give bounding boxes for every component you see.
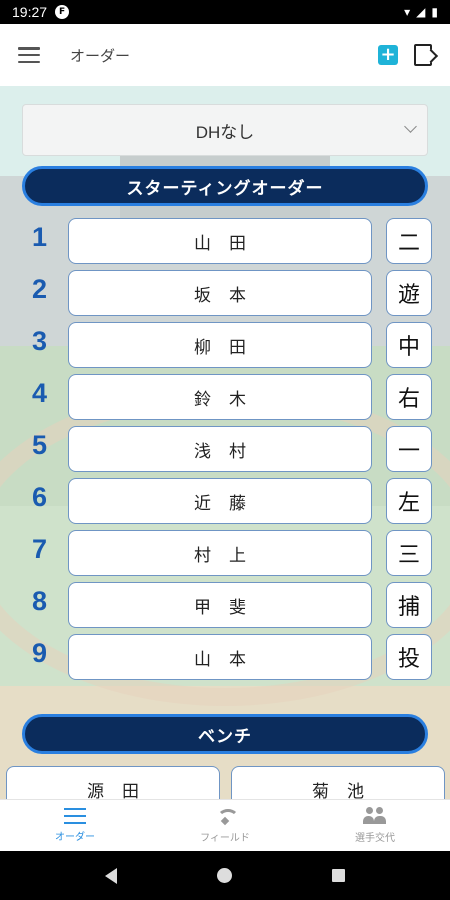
player-name-button[interactable]: 近藤 (68, 478, 372, 524)
player-name-button[interactable]: 鈴木 (68, 374, 372, 420)
player-name-button[interactable]: 村上 (68, 530, 372, 576)
batting-order-number: 9 (32, 638, 48, 668)
nav-order-label: オーダー (55, 832, 95, 843)
status-bar: 19:27 F ▾ ◢ ▮ (0, 0, 450, 24)
chevron-down-icon (404, 120, 417, 133)
bench-header: ベンチ (22, 714, 428, 754)
nav-field-label: フィールド (200, 833, 250, 844)
bench-player-card[interactable]: 菊池 (231, 766, 445, 799)
system-navigation (0, 851, 450, 900)
position-button[interactable]: 遊 (386, 270, 432, 316)
position-button[interactable]: 一 (386, 426, 432, 472)
player-name-button[interactable]: 浅村 (68, 426, 372, 472)
player-name-button[interactable]: 甲斐 (68, 582, 372, 628)
bench-player-name: 源田 (87, 782, 157, 799)
batting-order-number: 2 (32, 274, 48, 304)
lineup-row: 5 浅村一 (0, 426, 450, 474)
player-name-button[interactable]: 山本 (68, 634, 372, 680)
lineup-row: 8 甲斐捕 (0, 582, 450, 630)
nav-substitution[interactable]: 選手交代 (300, 800, 450, 851)
people-icon (363, 807, 387, 825)
lineup-row: 7 村上三 (0, 530, 450, 578)
player-name-button[interactable]: 柳田 (68, 322, 372, 368)
lineup-row: 4 鈴木右 (0, 374, 450, 422)
field-icon (214, 807, 239, 825)
batting-order-number: 8 (32, 586, 48, 616)
nav-order[interactable]: オーダー (0, 800, 150, 851)
batting-order-number: 4 (32, 378, 48, 408)
back-icon[interactable] (105, 867, 117, 884)
position-button[interactable]: 投 (386, 634, 432, 680)
wifi-icon: ▾ (404, 5, 411, 19)
list-icon (64, 808, 86, 824)
position-button[interactable]: 右 (386, 374, 432, 420)
bottom-navigation: オーダー フィールド 選手交代 (0, 799, 450, 851)
export-icon[interactable] (414, 44, 432, 66)
batting-order-number: 3 (32, 326, 48, 356)
menu-icon[interactable] (18, 47, 40, 63)
bench-player-card[interactable]: 源田 (6, 766, 220, 799)
add-icon[interactable]: + (378, 45, 398, 65)
status-time: 19:27 (12, 4, 48, 20)
signal-icon: ◢ (416, 5, 426, 19)
nav-field[interactable]: フィールド (150, 800, 300, 851)
battery-icon: ▮ (431, 5, 438, 19)
starting-order-header: スターティングオーダー (22, 166, 428, 206)
lineup-row: 6 近藤左 (0, 478, 450, 526)
app-notification-icon: F (55, 5, 70, 19)
position-button[interactable]: 中 (386, 322, 432, 368)
order-screen: DHなし スターティングオーダー 1 山田二 2 坂本遊 3 柳田中 4 鈴木右 5 浅村一 6 近藤… (0, 86, 450, 799)
position-button[interactable]: 左 (386, 478, 432, 524)
lineup-row: 1 山田二 (0, 218, 450, 266)
lineup-row: 9 山本投 (0, 634, 450, 682)
batting-order-number: 1 (32, 222, 48, 252)
position-button[interactable]: 捕 (386, 582, 432, 628)
player-name-button[interactable]: 坂本 (68, 270, 372, 316)
nav-substitution-label: 選手交代 (355, 833, 395, 844)
app-bar: オーダー + (0, 24, 450, 86)
position-button[interactable]: 三 (386, 530, 432, 576)
status-icons: ▾ ◢ ▮ (404, 5, 438, 19)
batting-order-number: 6 (32, 482, 48, 512)
dh-select[interactable]: DHなし (22, 104, 428, 156)
dh-select-value: DHなし (195, 122, 255, 142)
position-button[interactable]: 二 (386, 218, 432, 264)
batting-order-number: 7 (32, 534, 48, 564)
page-title: オーダー (70, 47, 131, 65)
lineup-row: 3 柳田中 (0, 322, 450, 370)
lineup-row: 2 坂本遊 (0, 270, 450, 318)
bench-player-name: 菊池 (312, 782, 382, 799)
batting-order-number: 5 (32, 430, 48, 460)
home-icon[interactable] (217, 868, 232, 883)
recents-icon[interactable] (332, 869, 345, 882)
player-name-button[interactable]: 山田 (68, 218, 372, 264)
